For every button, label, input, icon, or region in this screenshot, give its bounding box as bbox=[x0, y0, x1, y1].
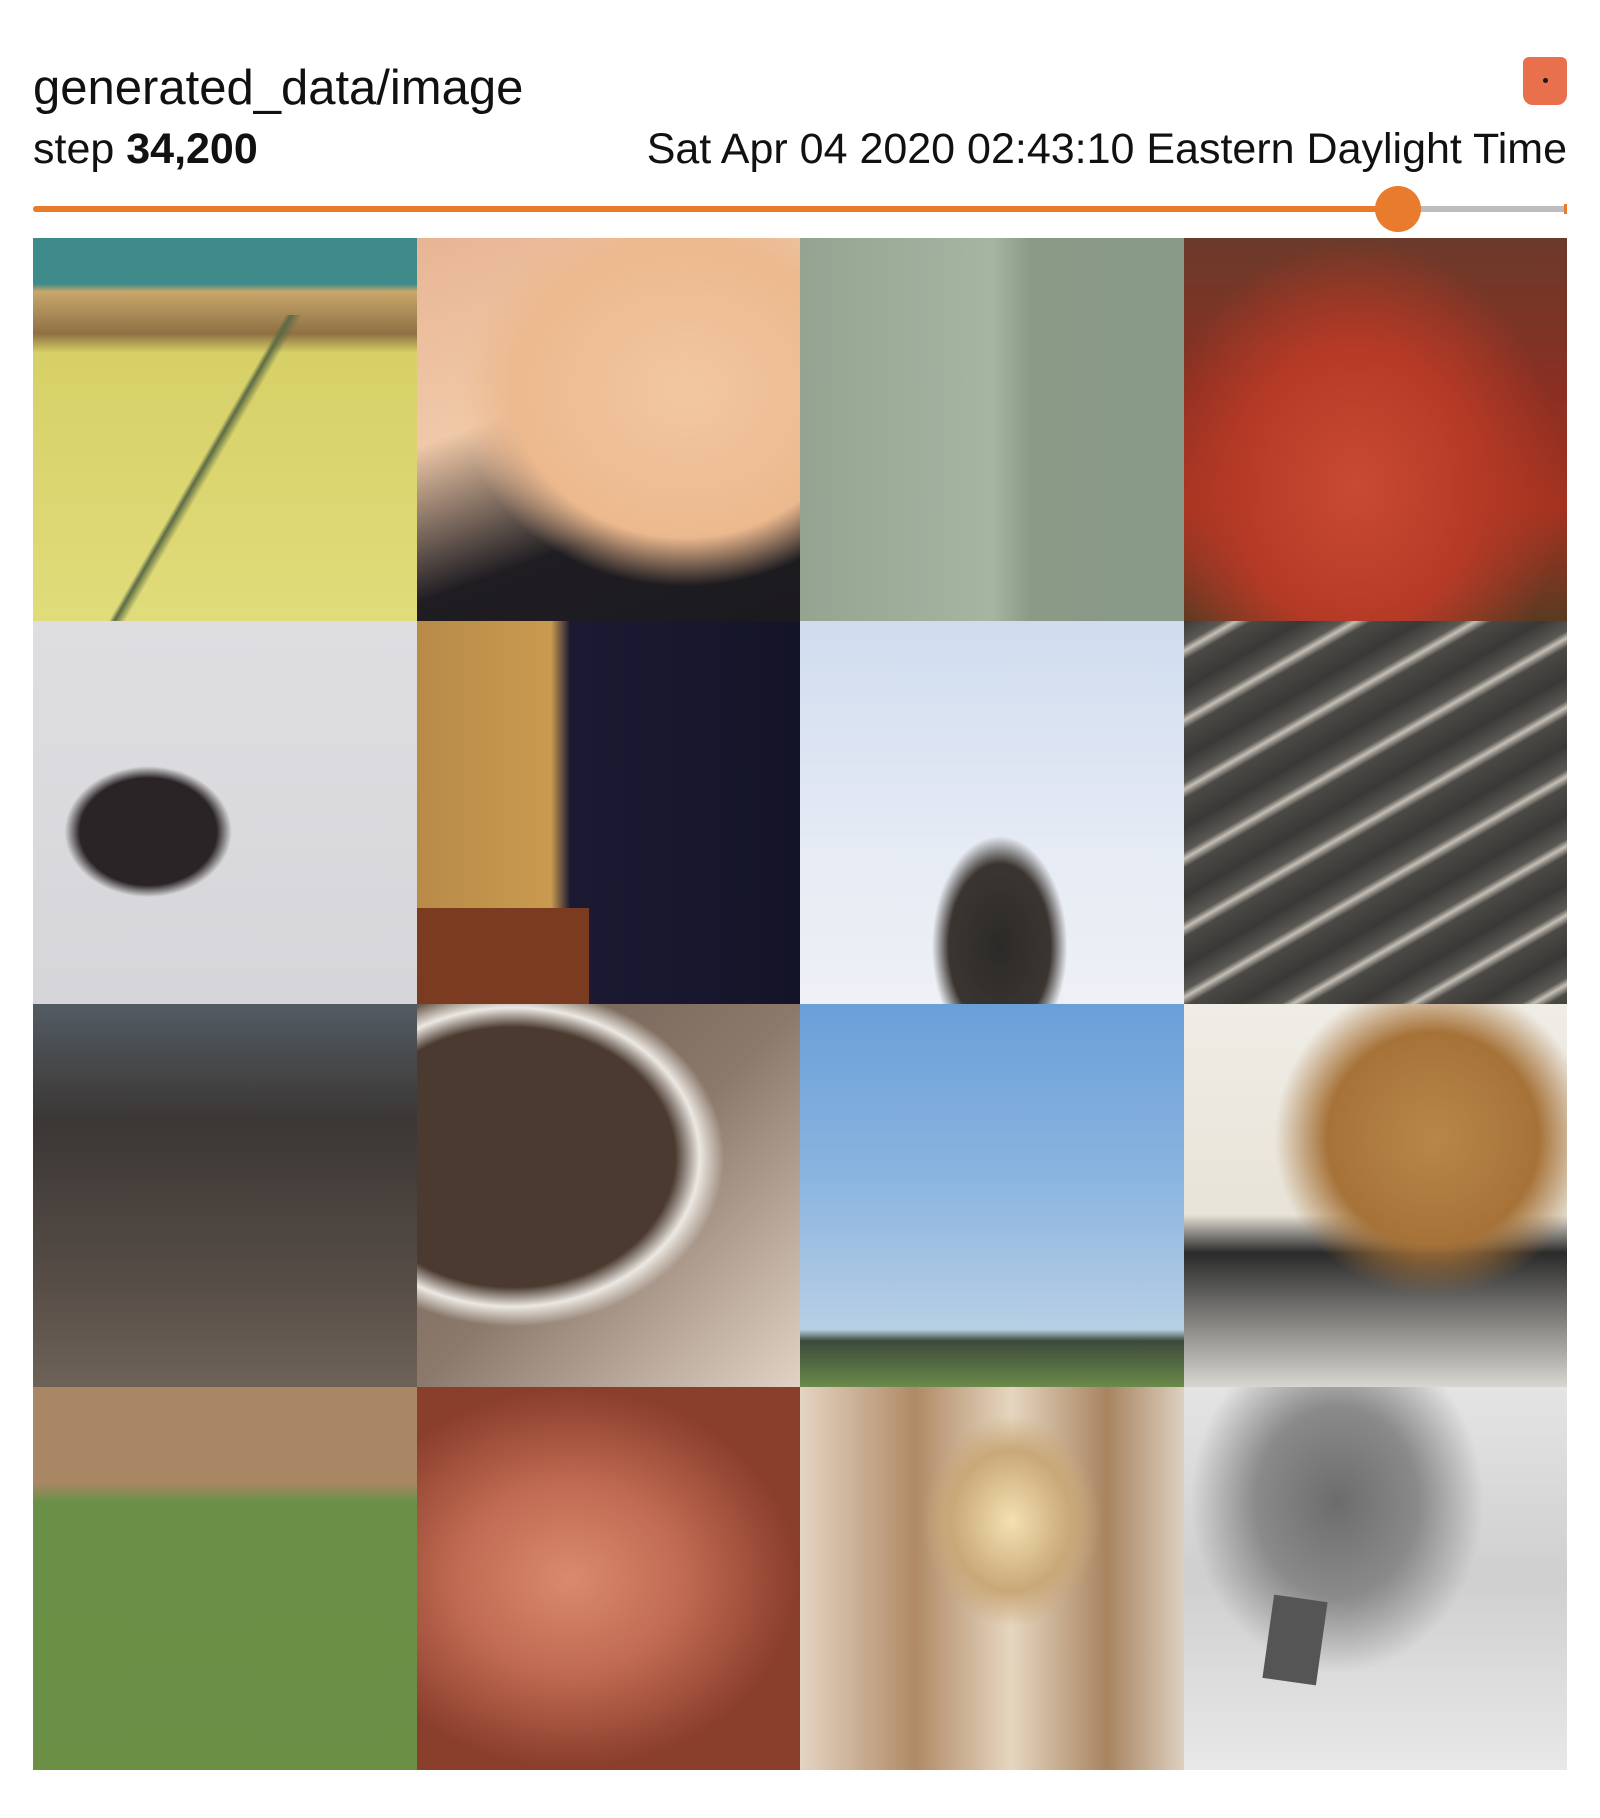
step-row: step 34,200 Sat Apr 04 2020 02:43:10 Eas… bbox=[33, 121, 1567, 177]
image-tile bbox=[33, 621, 417, 1004]
card-title: generated_data/image bbox=[33, 61, 524, 115]
image-tile bbox=[1183, 238, 1567, 621]
generated-image[interactable] bbox=[33, 238, 1567, 1770]
slider-end-tick bbox=[1564, 204, 1567, 214]
step-label: step bbox=[33, 125, 127, 173]
image-tile bbox=[33, 238, 417, 621]
image-tile bbox=[416, 1004, 800, 1387]
image-tile bbox=[800, 1004, 1184, 1387]
expand-button[interactable] bbox=[1523, 57, 1567, 105]
image-tile bbox=[33, 1387, 417, 1770]
step-value: 34,200 bbox=[126, 125, 258, 173]
image-tile bbox=[33, 1004, 417, 1387]
image-tile bbox=[1183, 1387, 1567, 1770]
image-tile bbox=[1183, 621, 1567, 1004]
image-tile bbox=[416, 621, 800, 1004]
slider-fill bbox=[33, 206, 1399, 212]
image-tile bbox=[1183, 1004, 1567, 1387]
image-tile bbox=[416, 238, 800, 621]
wall-time: Sat Apr 04 2020 02:43:10 Eastern Dayligh… bbox=[646, 125, 1567, 173]
image-tile bbox=[800, 621, 1184, 1004]
image-tile bbox=[416, 1387, 800, 1770]
step-slider[interactable] bbox=[33, 186, 1567, 232]
image-tile bbox=[800, 238, 1184, 621]
slider-thumb[interactable] bbox=[1375, 186, 1422, 232]
image-tile bbox=[800, 1387, 1184, 1770]
image-card: generated_data/image step 34,200 Sat Apr… bbox=[0, 0, 1600, 1818]
expand-icon bbox=[1543, 78, 1548, 83]
